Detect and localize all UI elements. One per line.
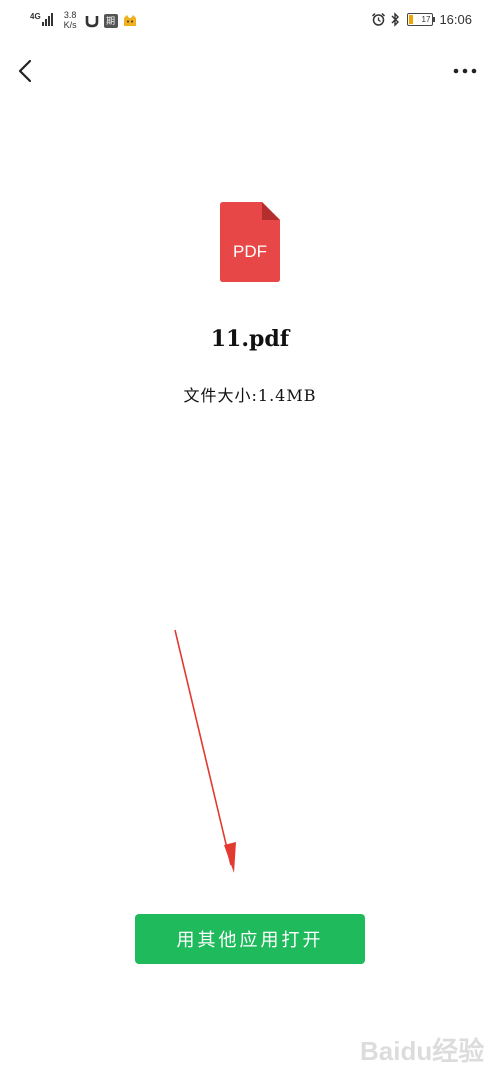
status-bar: 4G 3.8 K/s 期 17 16:06 bbox=[0, 0, 500, 40]
file-preview-screen: 4G 3.8 K/s 期 17 16:06 PDF 11.pdf 文件大小:1.… bbox=[0, 0, 500, 1084]
speed-unit: K/s bbox=[63, 20, 77, 30]
battery-icon: 17 bbox=[407, 13, 436, 26]
annotation-arrow bbox=[174, 629, 236, 873]
more-horizontal-icon bbox=[453, 68, 477, 74]
battery-level: 17 bbox=[421, 15, 431, 24]
u-app-icon bbox=[85, 14, 99, 33]
alarm-icon bbox=[372, 12, 386, 26]
open-with-other-app-button[interactable]: 用其他应用打开 bbox=[135, 914, 365, 964]
back-button[interactable] bbox=[12, 56, 38, 86]
calendar-badge-icon: 期 bbox=[103, 14, 118, 28]
svg-text:Baidu经验: Baidu经验 bbox=[360, 1036, 484, 1066]
network-speed: 3.8 K/s bbox=[64, 10, 77, 30]
speed-value: 3.8 bbox=[63, 10, 77, 20]
baidu-jingyan-watermark: Baidu经验 bbox=[360, 1036, 484, 1066]
chevron-left-icon bbox=[18, 59, 32, 83]
signal-icon bbox=[41, 12, 54, 26]
cat-app-icon bbox=[123, 14, 137, 33]
more-options-button[interactable] bbox=[448, 60, 482, 82]
status-left: 4G 3.8 K/s 期 bbox=[30, 10, 137, 32]
file-size: 文件大小:1.4MB bbox=[183, 386, 317, 405]
pdf-file-icon: PDF bbox=[220, 202, 280, 282]
open-with-label: 用其他应用打开 bbox=[176, 930, 324, 951]
network-type: 4G bbox=[30, 12, 41, 21]
bluetooth-icon bbox=[391, 12, 400, 27]
pdf-icon-label: PDF bbox=[233, 242, 267, 261]
file-name: 11.pdf bbox=[210, 326, 290, 352]
status-time: 16:06 bbox=[439, 12, 472, 27]
status-right: 17 16:06 bbox=[371, 12, 472, 27]
